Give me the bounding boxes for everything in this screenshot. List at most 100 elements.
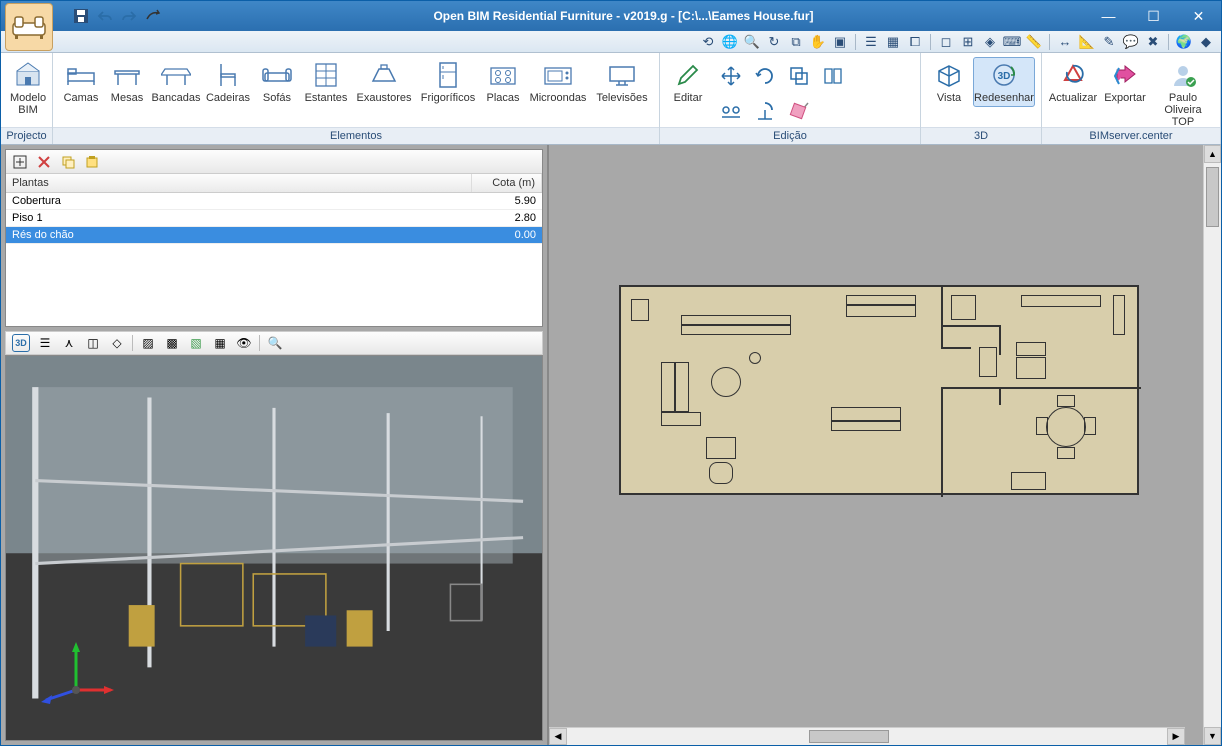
- mesas-button[interactable]: Mesas: [105, 57, 149, 107]
- plan-canvas[interactable]: ◀ ▶: [549, 145, 1203, 745]
- cube-icon[interactable]: ◫: [84, 334, 102, 352]
- modelo-bim-button[interactable]: Modelo BIM: [7, 57, 49, 119]
- layers-icon[interactable]: ☰: [36, 334, 54, 352]
- exportar-button[interactable]: Exportar: [1100, 57, 1150, 107]
- ortho-icon[interactable]: ◻: [937, 33, 955, 51]
- camas-button[interactable]: Camas: [59, 57, 103, 107]
- app-window: Open BIM Residential Furniture - v2019.g…: [0, 0, 1222, 746]
- copy-icon[interactable]: [60, 154, 76, 170]
- view3d-icon[interactable]: 3D: [12, 334, 30, 352]
- hatch-icon[interactable]: ▨: [139, 334, 157, 352]
- info-icon[interactable]: ◆: [1197, 33, 1215, 51]
- scrollbar-vertical[interactable]: ▲ ▼: [1203, 145, 1221, 745]
- keyboard-icon[interactable]: ⌨: [1003, 33, 1021, 51]
- snap-icon[interactable]: ⧠: [906, 33, 924, 51]
- window-title: Open BIM Residential Furniture - v2019.g…: [161, 9, 1086, 23]
- zoom-window-icon[interactable]: ⧉: [787, 33, 805, 51]
- col-name[interactable]: Plantas: [6, 174, 472, 192]
- pan-icon[interactable]: ✋: [809, 33, 827, 51]
- table-row-selected[interactable]: Rés do chão0.00: [6, 227, 542, 244]
- minimize-button[interactable]: —: [1086, 2, 1131, 30]
- annotate-icon[interactable]: ✎: [1100, 33, 1118, 51]
- scroll-up-icon[interactable]: ▲: [1204, 145, 1221, 163]
- ribbon-group-elementos: Camas Mesas Bancadas Cadeiras Sofás Esta…: [53, 53, 660, 144]
- redo-icon[interactable]: [121, 8, 137, 24]
- measure-icon[interactable]: 📐: [1078, 33, 1096, 51]
- comment-icon[interactable]: 💬: [1122, 33, 1140, 51]
- table-empty-area: [6, 244, 542, 314]
- microondas-button[interactable]: Microondas: [527, 57, 589, 107]
- grid-icon[interactable]: ▦: [884, 33, 902, 51]
- bancadas-button[interactable]: Bancadas: [151, 57, 201, 107]
- cadeiras-button[interactable]: Cadeiras: [203, 57, 253, 107]
- scrollbar-horizontal[interactable]: ◀ ▶: [549, 727, 1185, 745]
- grid2-icon[interactable]: ⊞: [959, 33, 977, 51]
- quick-access-toolbar: [73, 8, 161, 24]
- wireframe-icon[interactable]: ◇: [108, 334, 126, 352]
- placas-button[interactable]: Placas: [481, 57, 525, 107]
- layers-icon[interactable]: ☰: [862, 33, 880, 51]
- osnap-icon[interactable]: ◈: [981, 33, 999, 51]
- separator: [1049, 34, 1050, 50]
- televisoes-button[interactable]: Televisões: [591, 57, 653, 107]
- ribbon-group-bimserver: Actualizar Exportar Paulo Oliveira TOP B…: [1042, 53, 1221, 144]
- dimension-icon[interactable]: ↔: [1056, 33, 1074, 51]
- table-row[interactable]: Piso 12.80: [6, 210, 542, 227]
- frigorificos-button[interactable]: Frigoríficos: [417, 57, 479, 107]
- orbit-icon[interactable]: ⟲: [699, 33, 717, 51]
- perspective-icon[interactable]: ⋏: [60, 334, 78, 352]
- solid-icon[interactable]: ▦: [211, 334, 229, 352]
- exaustores-button[interactable]: Exaustores: [353, 57, 415, 107]
- axis-gizmo[interactable]: [36, 640, 116, 710]
- close-button[interactable]: ✕: [1176, 2, 1221, 30]
- delete-icon[interactable]: [36, 154, 52, 170]
- copy-icon[interactable]: [784, 61, 814, 91]
- left-panel: Plantas Cota (m) Cobertura5.90 Piso 12.8…: [1, 145, 549, 745]
- fill-icon[interactable]: ▩: [163, 334, 181, 352]
- redesenhar-button[interactable]: 3DRedesenhar: [973, 57, 1035, 107]
- view3d-viewport[interactable]: [5, 355, 543, 741]
- plantas-panel: Plantas Cota (m) Cobertura5.90 Piso 12.8…: [5, 149, 543, 327]
- main-area: Plantas Cota (m) Cobertura5.90 Piso 12.8…: [1, 145, 1221, 745]
- separator: [1168, 34, 1169, 50]
- print-area-icon[interactable]: ▣: [831, 33, 849, 51]
- zoom-icon[interactable]: 🔍: [266, 334, 284, 352]
- edit-tools-grid: [712, 57, 852, 129]
- align-icon[interactable]: [716, 95, 746, 125]
- zoom-extents-icon[interactable]: 🔍: [743, 33, 761, 51]
- estantes-button[interactable]: Estantes: [301, 57, 351, 107]
- scroll-right-icon[interactable]: ▶: [1167, 728, 1185, 745]
- floorplan: [619, 285, 1139, 495]
- shade-icon[interactable]: ▧: [187, 334, 205, 352]
- help-globe-icon[interactable]: 🌍: [1175, 33, 1193, 51]
- editar-button[interactable]: Editar: [666, 57, 710, 107]
- visibility-icon[interactable]: 👁: [235, 334, 253, 352]
- undo-icon[interactable]: [97, 8, 113, 24]
- refresh-icon[interactable]: ↻: [765, 33, 783, 51]
- svg-text:3D: 3D: [998, 71, 1011, 82]
- col-cota[interactable]: Cota (m): [472, 174, 542, 192]
- ruler-icon[interactable]: 📏: [1025, 33, 1043, 51]
- scroll-left-icon[interactable]: ◀: [549, 728, 567, 745]
- ribbon: Modelo BIM Projecto Camas Mesas Bancadas…: [1, 53, 1221, 145]
- app-icon[interactable]: [5, 3, 53, 51]
- sofas-button[interactable]: Sofás: [255, 57, 299, 107]
- rotate-angle-icon[interactable]: [750, 95, 780, 125]
- actualizar-button[interactable]: Actualizar: [1048, 57, 1098, 107]
- user-button[interactable]: Paulo Oliveira TOP: [1152, 57, 1214, 131]
- delete-icon[interactable]: [784, 95, 814, 125]
- maximize-button[interactable]: ☐: [1131, 2, 1176, 30]
- globe-icon[interactable]: 🌐: [721, 33, 739, 51]
- recent-icon[interactable]: [145, 8, 161, 24]
- view3d-toolbar: 3D ☰ ⋏ ◫ ◇ ▨ ▩ ▧ ▦ 👁 🔍: [5, 331, 543, 355]
- move-icon[interactable]: [716, 61, 746, 91]
- save-icon[interactable]: [73, 8, 89, 24]
- rotate-icon[interactable]: [750, 61, 780, 91]
- vista-button[interactable]: Vista: [927, 57, 971, 107]
- tools-icon[interactable]: ✖: [1144, 33, 1162, 51]
- add-icon[interactable]: [12, 154, 28, 170]
- mirror-icon[interactable]: [818, 61, 848, 91]
- table-row[interactable]: Cobertura5.90: [6, 193, 542, 210]
- paste-icon[interactable]: [84, 154, 100, 170]
- scroll-down-icon[interactable]: ▼: [1204, 727, 1221, 745]
